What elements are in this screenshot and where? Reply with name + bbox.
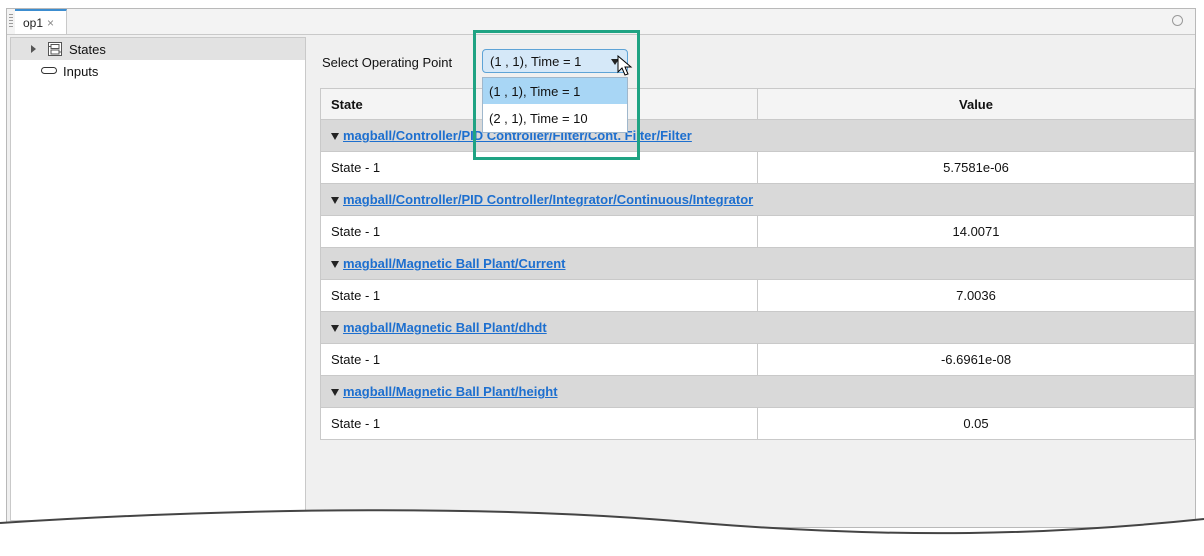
sidebar: States Inputs [10, 37, 306, 521]
state-cell: State - 1 [320, 215, 758, 248]
table-header-row: State Value [320, 88, 1195, 120]
states-table: State Value magball/Controller/PID Contr… [320, 88, 1195, 440]
tab-label: op1 [23, 16, 44, 30]
sidebar-item-label: States [69, 42, 106, 57]
sidebar-item-label: Inputs [63, 64, 99, 79]
table-row: State - 1 0.05 [320, 407, 1195, 440]
group-row: magball/Controller/PID Controller/Filter… [320, 119, 1195, 152]
states-icon [48, 42, 62, 56]
collapse-arrow-icon[interactable] [331, 133, 339, 141]
group-row: magball/Magnetic Ball Plant/height [320, 375, 1195, 408]
inputs-icon [41, 67, 57, 74]
table-row: State - 1 -6.6961e-08 [320, 343, 1195, 376]
block-path-link[interactable]: magball/Magnetic Ball Plant/height [343, 384, 558, 399]
tab-menu-icon[interactable] [1172, 15, 1183, 26]
state-cell: State - 1 [320, 151, 758, 184]
dropdown-option-label: (2 , 1), Time = 10 [489, 111, 588, 126]
group-row: magball/Magnetic Ball Plant/dhdt [320, 311, 1195, 344]
block-path-link[interactable]: magball/Magnetic Ball Plant/Current [343, 256, 566, 271]
value-column-header[interactable]: Value [757, 88, 1195, 120]
mouse-cursor-icon [617, 55, 633, 76]
close-icon[interactable]: × [47, 16, 54, 30]
collapse-arrow-icon[interactable] [331, 261, 339, 269]
state-cell: State - 1 [320, 343, 758, 376]
operating-point-value: (1 , 1), Time = 1 [490, 54, 582, 69]
group-row: magball/Controller/PID Controller/Integr… [320, 183, 1195, 216]
collapse-arrow-icon[interactable] [331, 325, 339, 333]
dropdown-option[interactable]: (2 , 1), Time = 10 [483, 105, 627, 131]
drag-grip-icon[interactable] [9, 14, 13, 28]
operating-point-select[interactable]: (1 , 1), Time = 1 [482, 49, 628, 73]
tab-bar: op1 × [7, 9, 1195, 35]
dropdown-option-label: (1 , 1), Time = 1 [489, 84, 581, 99]
value-cell[interactable]: 5.7581e-06 [757, 151, 1195, 184]
operating-point-label: Select Operating Point [322, 55, 453, 70]
sidebar-item-inputs[interactable]: Inputs [11, 60, 305, 82]
table-row: State - 1 7.0036 [320, 279, 1195, 312]
torn-edge-decoration [0, 509, 1204, 556]
sidebar-item-states[interactable]: States [11, 38, 305, 60]
tab-op1[interactable]: op1 × [15, 9, 67, 34]
operating-point-dropdown: (1 , 1), Time = 1 (2 , 1), Time = 10 [482, 77, 628, 133]
block-path-link[interactable]: magball/Magnetic Ball Plant/dhdt [343, 320, 547, 335]
group-row: magball/Magnetic Ball Plant/Current [320, 247, 1195, 280]
value-cell[interactable]: 7.0036 [757, 279, 1195, 312]
group-cell: magball/Controller/PID Controller/Filter… [320, 119, 1195, 152]
group-cell: magball/Controller/PID Controller/Integr… [320, 183, 1195, 216]
value-cell[interactable]: -6.6961e-08 [757, 343, 1195, 376]
dropdown-option[interactable]: (1 , 1), Time = 1 [483, 78, 627, 104]
block-path-link[interactable]: magball/Controller/PID Controller/Integr… [343, 192, 753, 207]
group-cell: magball/Magnetic Ball Plant/dhdt [320, 311, 1195, 344]
value-cell[interactable]: 0.05 [757, 407, 1195, 440]
collapse-arrow-icon[interactable] [331, 197, 339, 205]
group-cell: magball/Magnetic Ball Plant/Current [320, 247, 1195, 280]
expand-arrow-icon[interactable] [31, 45, 36, 53]
group-cell: magball/Magnetic Ball Plant/height [320, 375, 1195, 408]
table-row: State - 1 14.0071 [320, 215, 1195, 248]
state-cell: State - 1 [320, 279, 758, 312]
state-cell: State - 1 [320, 407, 758, 440]
value-cell[interactable]: 14.0071 [757, 215, 1195, 248]
table-row: State - 1 5.7581e-06 [320, 151, 1195, 184]
collapse-arrow-icon[interactable] [331, 389, 339, 397]
